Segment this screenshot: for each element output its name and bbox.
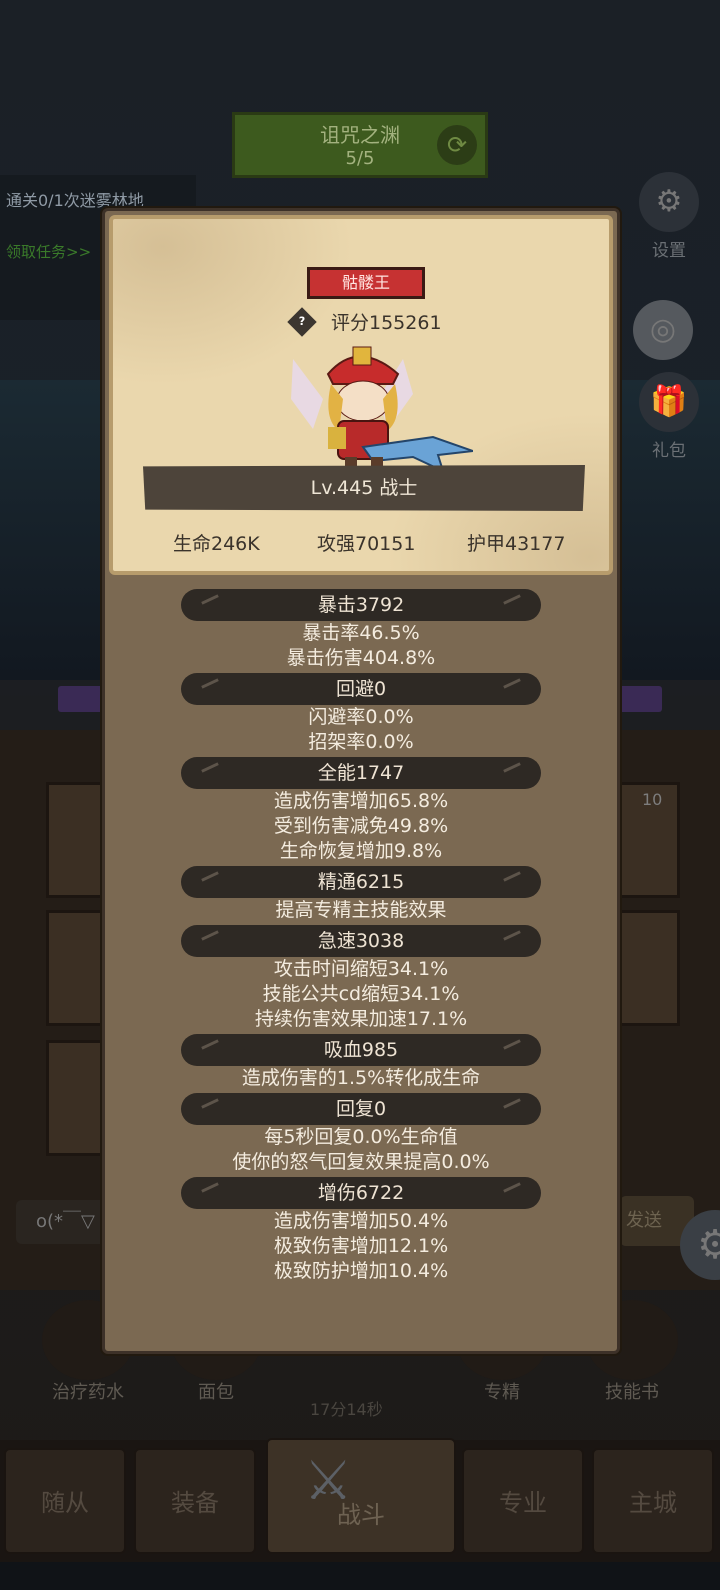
- attribute-header: 暴击3792: [181, 589, 541, 621]
- gift-button[interactable]: 🎁 礼包: [634, 372, 704, 461]
- slot-count-badge: 10: [642, 790, 663, 809]
- score-row: ? 评分155261: [287, 307, 489, 337]
- attribute-detail: 招架率0.0%: [308, 731, 414, 753]
- crossed-swords-icon: ⚔: [304, 1449, 353, 1512]
- attribute-detail: 受到伤害减免49.8%: [273, 815, 449, 837]
- attack-stat: 攻强70151: [317, 533, 416, 555]
- attribute-group-lifesteal: 吸血985 造成伤害的1.5%转化成生命: [105, 1034, 617, 1091]
- attribute-header: 吸血985: [181, 1034, 541, 1066]
- attribute-group-regen: 回复0 每5秒回复0.0%生命值 使你的怒气回复效果提高0.0%: [105, 1093, 617, 1175]
- gift-icon: 🎁: [639, 372, 699, 432]
- settings-label: 设置: [652, 241, 686, 261]
- timer-text: 17分14秒: [310, 1400, 383, 1419]
- attribute-header: 回避0: [181, 673, 541, 705]
- quick-item-label: 技能书: [605, 1382, 659, 1403]
- gear-icon: ⚙: [639, 172, 699, 232]
- attribute-list: 暴击3792 暴击率46.5% 暴击伤害404.8% 回避0 闪避率0.0% 招…: [105, 589, 617, 1284]
- attribute-detail: 使你的怒气回复效果提高0.0%: [232, 1151, 490, 1173]
- attribute-group-crit: 暴击3792 暴击率46.5% 暴击伤害404.8%: [105, 589, 617, 671]
- attribute-group-versatility: 全能1747 造成伤害增加65.8% 受到伤害减免49.8% 生命恢复增加9.8…: [105, 757, 617, 864]
- event-icon: ◎: [633, 300, 693, 360]
- quest-text: 通关0/1次迷雾林地: [6, 191, 144, 210]
- attribute-detail: 持续伤害效果加速17.1%: [254, 1008, 468, 1030]
- chat-input[interactable]: o(*￣▽: [16, 1200, 106, 1244]
- attribute-detail: 提高专精主技能效果: [275, 899, 447, 921]
- base-stats-row: 生命246K 攻强70151 护甲43177: [113, 529, 609, 559]
- nav-equipment[interactable]: 装备: [134, 1448, 256, 1554]
- attribute-detail: 生命恢复增加9.8%: [279, 840, 443, 862]
- attribute-detail: 每5秒回复0.0%生命值: [264, 1126, 458, 1148]
- score-value: 评分155261: [331, 312, 442, 334]
- attribute-group-haste: 急速3038 攻击时间缩短34.1% 技能公共cd缩短34.1% 持续伤害效果加…: [105, 925, 617, 1032]
- nav-profession[interactable]: 专业: [462, 1448, 584, 1554]
- attribute-group-evasion: 回避0 闪避率0.0% 招架率0.0%: [105, 673, 617, 755]
- settings-button[interactable]: ⚙ 设置: [634, 172, 704, 261]
- nav-battle[interactable]: ⚔ 战斗: [266, 1438, 456, 1554]
- dungeon-progress[interactable]: 诅咒之渊 5/5 ⟳: [232, 112, 488, 178]
- help-icon[interactable]: ?: [287, 307, 317, 337]
- attribute-detail: 造成伤害增加65.8%: [273, 790, 449, 812]
- event-button[interactable]: ◎: [628, 300, 698, 364]
- attribute-detail: 暴击伤害404.8%: [286, 647, 436, 669]
- attribute-detail: 技能公共cd缩短34.1%: [262, 983, 460, 1005]
- attribute-header: 精通6215: [181, 866, 541, 898]
- nav-followers[interactable]: 随从: [4, 1448, 126, 1554]
- character-title-badge: 骷髅王: [307, 267, 425, 299]
- gift-label: 礼包: [652, 441, 686, 461]
- hero-portrait: [291, 346, 473, 475]
- hp-stat: 生命246K: [173, 533, 260, 555]
- character-stats-modal[interactable]: 骷髅王 ? 评分155261 Lv.445 战士 生命246K 攻强70151 …: [102, 208, 620, 1354]
- refresh-icon[interactable]: ⟳: [437, 125, 477, 165]
- attribute-detail: 闪避率0.0%: [308, 706, 414, 728]
- attribute-group-damage-boost: 增伤6722 造成伤害增加50.4% 极致伤害增加12.1% 极致防护增加10.…: [105, 1177, 617, 1284]
- quick-item-label: 治疗药水: [52, 1382, 124, 1403]
- level-class-bar: Lv.445 战士: [143, 465, 585, 511]
- armor-stat: 护甲43177: [467, 533, 566, 555]
- attribute-header: 增伤6722: [181, 1177, 541, 1209]
- attribute-header: 急速3038: [181, 925, 541, 957]
- character-card: 骷髅王 ? 评分155261 Lv.445 战士 生命246K 攻强70151 …: [109, 215, 613, 575]
- nav-main-city[interactable]: 主城: [592, 1448, 714, 1554]
- attribute-detail: 极致防护增加10.4%: [273, 1260, 449, 1282]
- attribute-detail: 造成伤害的1.5%转化成生命: [241, 1067, 481, 1089]
- attribute-header: 全能1747: [181, 757, 541, 789]
- quick-item-label: 专精: [484, 1382, 520, 1403]
- attribute-detail: 攻击时间缩短34.1%: [273, 958, 449, 980]
- quick-item-label: 面包: [198, 1382, 234, 1403]
- attribute-detail: 暴击率46.5%: [302, 622, 420, 644]
- attribute-group-mastery: 精通6215 提高专精主技能效果: [105, 866, 617, 923]
- bottom-nav: 随从 装备 ⚔ 战斗 专业 主城: [0, 1438, 720, 1562]
- attribute-detail: 造成伤害增加50.4%: [273, 1210, 449, 1232]
- attribute-detail: 极致伤害增加12.1%: [273, 1235, 449, 1257]
- attribute-header: 回复0: [181, 1093, 541, 1125]
